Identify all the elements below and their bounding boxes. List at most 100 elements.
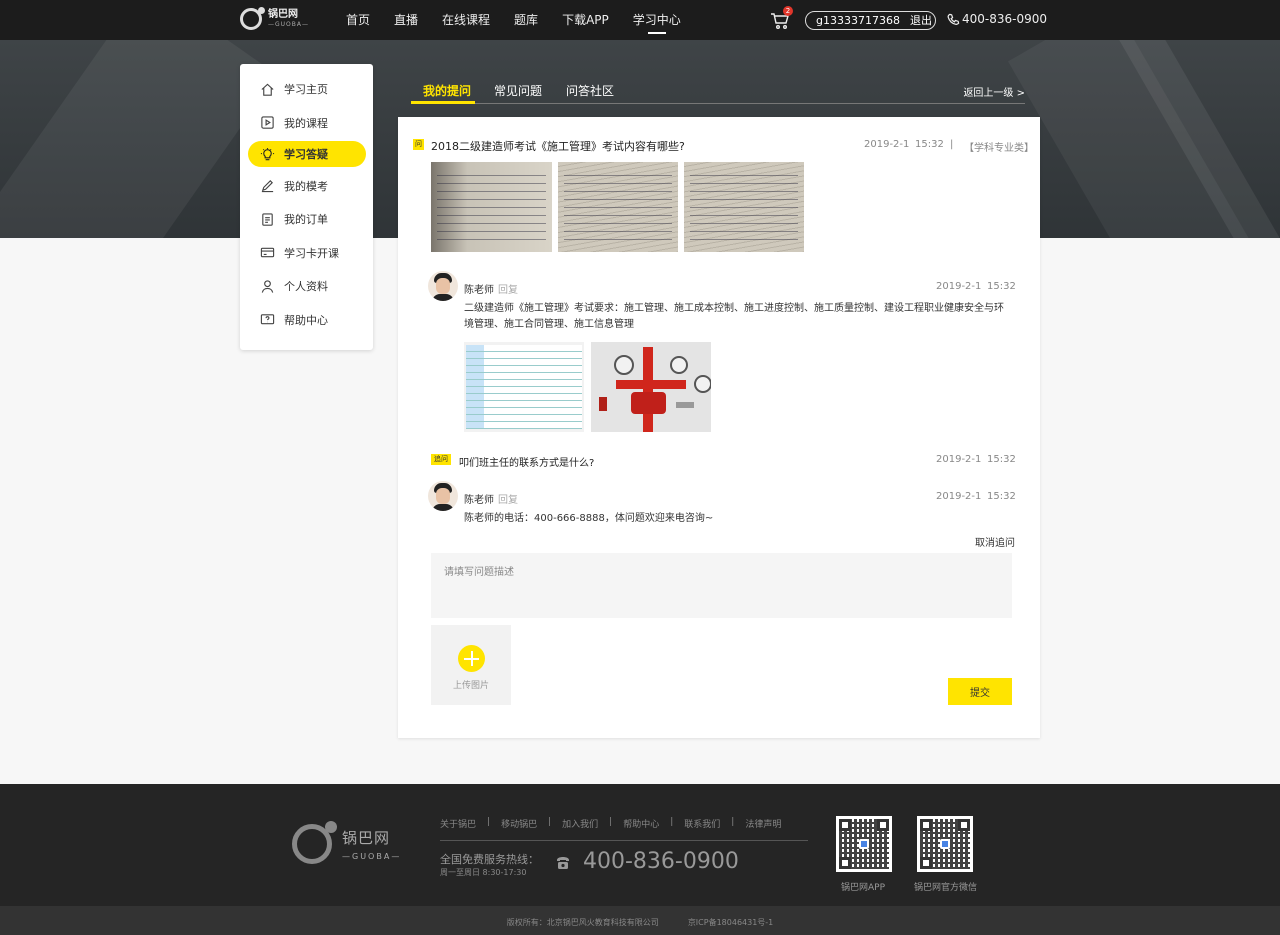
sidebar-item-label: 我的订单: [284, 213, 328, 226]
cart-count-badge: 2: [783, 6, 793, 16]
footer-link-about[interactable]: 关于锅巴: [440, 817, 476, 830]
sidebar-item-help[interactable]: 帮助中心: [248, 305, 366, 335]
cancel-followup-link[interactable]: 取消追问: [975, 534, 1015, 549]
meta-separator: |: [950, 139, 954, 150]
wechat-qr-code: [917, 816, 973, 872]
question-date: 2019-2-1: [864, 139, 910, 150]
teacher-avatar: [428, 481, 458, 511]
back-link[interactable]: 返回上一级 >: [963, 84, 1025, 99]
home-icon: [261, 83, 274, 96]
question-category: 【学科专业类】: [964, 143, 1034, 154]
sidebar-item-study-home[interactable]: 学习主页: [248, 74, 366, 104]
sidebar-item-label: 我的模考: [284, 179, 328, 193]
footer-link-legal[interactable]: 法律声明: [745, 817, 781, 830]
username[interactable]: g13333717368: [816, 12, 900, 29]
sidebar-item-my-courses[interactable]: 我的课程: [248, 108, 366, 138]
sidebar-item-label: 学习主页: [284, 83, 328, 96]
footer-divider: [440, 840, 808, 841]
nav-online-courses[interactable]: 在线课程: [442, 0, 490, 40]
tab-faq[interactable]: 常见问题: [494, 82, 542, 99]
question-image-1[interactable]: [431, 162, 552, 252]
sidebar-item-study-card[interactable]: 学习卡开课: [248, 238, 366, 268]
question-badge: 问: [413, 139, 424, 150]
footer-logo-name: 锅巴网: [342, 829, 391, 847]
card-icon: [260, 247, 275, 258]
sidebar-item-qa[interactable]: 学习答疑: [248, 141, 366, 167]
footer-hotline-label: 全国免费服务热线：: [440, 853, 539, 866]
question-image-2[interactable]: [558, 162, 678, 252]
telephone-icon: [557, 857, 569, 869]
user-account-pill: g13333717368 退出: [805, 11, 936, 30]
active-tab-indicator: [411, 101, 475, 104]
logo-icon: [240, 7, 265, 30]
pen-icon: [261, 180, 274, 193]
valve-photo: [591, 342, 711, 432]
answer-text: 陈老师的电话：400-666-8888，体问题欢迎来电咨询~: [464, 513, 714, 524]
icp-number[interactable]: 京ICP备18046431号-1: [688, 918, 773, 927]
footer-link-contact[interactable]: 联系我们: [684, 817, 720, 830]
followup-date: 2019-2-1: [936, 454, 982, 465]
order-icon: [262, 212, 273, 226]
tab-my-questions[interactable]: 我的提问: [423, 82, 471, 99]
upload-image-button[interactable]: 上传图片: [431, 625, 511, 705]
reply-label: 回复: [498, 495, 518, 506]
site-footer: [0, 784, 1280, 906]
tab-qa-community[interactable]: 问答社区: [566, 82, 614, 99]
sidebar-item-label: 我的课程: [284, 116, 328, 130]
top-nav-bar: 锅巴网 —GUOBA— 首页 直播 在线课程 题库 下载APP 学习中心 2 g…: [0, 0, 1280, 40]
footer-link-help[interactable]: 帮助中心: [623, 817, 659, 830]
cart-button[interactable]: 2: [770, 6, 793, 30]
footer-link-separator: |: [548, 817, 552, 827]
submit-button[interactable]: 提交: [948, 678, 1012, 705]
footer-link-mobile[interactable]: 移动锅巴: [501, 817, 537, 830]
answer-image-table[interactable]: [464, 342, 584, 432]
question-image-3[interactable]: [684, 162, 804, 252]
footer-logo: 锅巴网 —GUOBA—: [292, 821, 402, 864]
plus-icon: [458, 645, 485, 672]
copyright-bar: 版权所有：北京锅巴风火教育科技有限公司 京ICP备18046431号-1: [0, 906, 1280, 935]
sidebar-item-my-orders[interactable]: 我的订单: [248, 204, 366, 234]
play-icon: [261, 116, 274, 129]
footer-logo-subtitle: —GUOBA—: [342, 852, 402, 861]
sidebar-item-profile[interactable]: 个人资料: [248, 271, 366, 301]
sidebar-item-label: 学习卡开课: [284, 246, 339, 260]
teacher-name: 陈老师: [464, 495, 494, 506]
logout-link[interactable]: 退出: [910, 12, 932, 29]
sidebar-item-label: 帮助中心: [284, 313, 328, 327]
header-hotline-number: 400-836-0900: [962, 12, 1048, 26]
nav-learning-center[interactable]: 学习中心: [633, 0, 681, 40]
question-title: 2018二级建造师考试《施工管理》考试内容有哪些?: [431, 140, 685, 153]
site-logo[interactable]: 锅巴网 —GUOBA—: [240, 7, 309, 30]
question-time: 15:32: [915, 139, 944, 150]
followup-title: 叩们班主任的联系方式是什么?: [459, 458, 595, 469]
answer-time: 15:32: [987, 491, 1016, 502]
nav-question-bank[interactable]: 题库: [514, 0, 538, 40]
footer-hours: 周一至周日 8:30-17:30: [440, 868, 527, 877]
nav-live[interactable]: 直播: [394, 0, 418, 40]
lightbulb-icon: [260, 147, 275, 160]
sidebar-item-mock-exams[interactable]: 我的模考: [248, 171, 366, 201]
teacher-name: 陈老师: [464, 285, 494, 296]
footer-link-separator: |: [731, 817, 735, 827]
logo-name: 锅巴网: [268, 9, 298, 20]
answer-date: 2019-2-1: [936, 281, 982, 292]
logo-subtitle: —GUOBA—: [268, 21, 309, 28]
footer-phone-number: 400-836-0900: [583, 849, 739, 874]
answer-image-valve[interactable]: [591, 342, 711, 432]
answer-date: 2019-2-1: [936, 491, 982, 502]
followup-time: 15:32: [987, 454, 1016, 465]
copyright-text: 版权所有：北京锅巴风火教育科技有限公司: [506, 918, 659, 927]
footer-links: 关于锅巴 | 移动锅巴 | 加入我们 | 帮助中心 | 联系我们 | 法律声明: [440, 817, 781, 830]
app-qr-code: [836, 816, 892, 872]
nav-download-app[interactable]: 下载APP: [562, 0, 609, 40]
footer-link-separator: |: [670, 817, 674, 827]
logo-icon: [292, 821, 337, 864]
phone-icon: [947, 13, 960, 25]
reply-label: 回复: [498, 285, 518, 296]
answer-author: 陈老师 回复: [464, 491, 518, 506]
footer-link-separator: |: [609, 817, 613, 827]
answer-time: 15:32: [987, 281, 1016, 292]
question-description-input[interactable]: [431, 553, 1012, 618]
footer-link-join[interactable]: 加入我们: [562, 817, 598, 830]
nav-home[interactable]: 首页: [346, 0, 370, 40]
